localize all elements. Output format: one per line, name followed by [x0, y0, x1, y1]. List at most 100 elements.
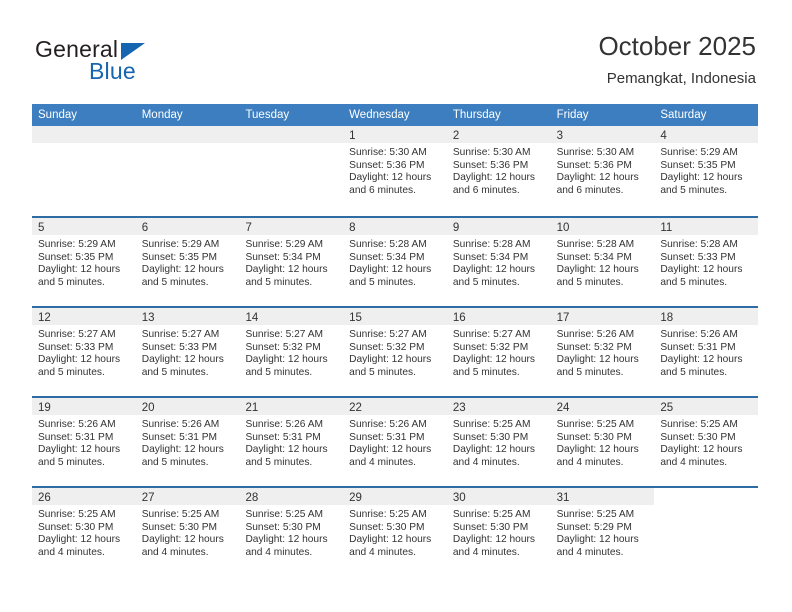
- daylight-text-line2: and 5 minutes.: [38, 456, 105, 468]
- sunrise-text: Sunrise: 5:25 AM: [349, 509, 427, 520]
- daylight-text-line2: and 4 minutes.: [38, 546, 105, 558]
- calendar-day-cell[interactable]: 22 Sunrise: 5:26 AM Sunset: 5:31 PM Dayligh…: [343, 398, 447, 486]
- day-details: Sunrise: 5:25 AM Sunset: 5:30 PM Daylight:…: [654, 415, 758, 469]
- calendar-day-cell[interactable]: 25 Sunrise: 5:25 AM Sunset: 5:30 PM Dayligh…: [654, 398, 759, 486]
- day-number: 5: [38, 222, 45, 234]
- sunrise-text: Sunrise: 5:25 AM: [141, 509, 220, 520]
- calendar-day-cell[interactable]: 26 Sunrise: 5:25 AM Sunset: 5:30 PM Dayligh…: [32, 488, 136, 576]
- daylight-text-line1: Daylight: 12 hours: [38, 264, 121, 276]
- daylight-text-line1: Daylight: 12 hours: [245, 264, 328, 276]
- daylight-text-line2: and 4 minutes.: [660, 456, 728, 468]
- calendar-day-cell[interactable]: 18 Sunrise: 5:26 AM Sunset: 5:31 PM Dayligh…: [654, 308, 759, 396]
- sunrise-text: Sunrise: 5:28 AM: [556, 239, 635, 250]
- day-details: Sunrise: 5:29 AM Sunset: 5:35 PM Daylight:…: [654, 143, 758, 197]
- daylight-text-line2: and 4 minutes.: [556, 546, 624, 558]
- daylight-text-line2: and 5 minutes.: [452, 366, 520, 378]
- calendar-day-cell[interactable]: 14 Sunrise: 5:27 AM Sunset: 5:32 PM Dayligh…: [239, 308, 344, 396]
- sunset-text: Sunset: 5:32 PM: [556, 341, 632, 353]
- calendar-day-cell[interactable]: 19 Sunrise: 5:26 AM Sunset: 5:31 PM Dayligh…: [32, 398, 136, 486]
- day-number-band: 22: [343, 398, 447, 415]
- weekday-header-sunday: Sunday: [38, 109, 78, 121]
- sunset-text: Sunset: 5:33 PM: [141, 341, 218, 353]
- day-number-band: 26: [32, 488, 136, 505]
- daylight-text-line1: Daylight: 12 hours: [245, 534, 328, 546]
- day-number: 11: [660, 222, 673, 234]
- daylight-text-line1: Daylight: 12 hours: [141, 354, 224, 366]
- sunrise-text: Sunrise: 5:30 AM: [556, 147, 635, 158]
- daylight-text-line1: Daylight: 12 hours: [349, 172, 432, 184]
- day-number-band: [239, 126, 344, 143]
- sunset-text: Sunset: 5:34 PM: [245, 251, 321, 263]
- daylight-text-line1: Daylight: 12 hours: [141, 264, 224, 276]
- day-details: Sunrise: 5:27 AM Sunset: 5:33 PM Daylight:…: [136, 325, 240, 379]
- calendar-day-cell[interactable]: 24 Sunrise: 5:25 AM Sunset: 5:30 PM Dayligh…: [550, 398, 655, 486]
- sunrise-text: Sunrise: 5:25 AM: [556, 419, 635, 430]
- calendar-day-cell[interactable]: 3 Sunrise: 5:30 AM Sunset: 5:36 PM Daylight…: [550, 126, 655, 216]
- calendar-day-cell[interactable]: 8 Sunrise: 5:28 AM Sunset: 5:34 PM Daylight…: [343, 218, 447, 306]
- calendar-day-cell[interactable]: 4 Sunrise: 5:29 AM Sunset: 5:35 PM Daylight…: [654, 126, 759, 216]
- calendar-day-cell[interactable]: 16 Sunrise: 5:27 AM Sunset: 5:32 PM Dayligh…: [446, 308, 551, 396]
- calendar-day-cell[interactable]: 5 Sunrise: 5:29 AM Sunset: 5:35 PM Daylight…: [32, 218, 136, 306]
- daylight-text-line1: Daylight: 12 hours: [141, 444, 224, 456]
- daylight-text-line1: Daylight: 12 hours: [349, 534, 432, 546]
- calendar-day-cell[interactable]: 1 Sunrise: 5:30 AM Sunset: 5:36 PM Daylight…: [343, 126, 447, 216]
- calendar-day-cell[interactable]: 11 Sunrise: 5:28 AM Sunset: 5:33 PM Dayligh…: [654, 218, 759, 306]
- calendar-day-cell[interactable]: 23 Sunrise: 5:25 AM Sunset: 5:30 PM Dayligh…: [446, 398, 551, 486]
- sunrise-text: Sunrise: 5:25 AM: [245, 509, 324, 520]
- calendar-day-cell[interactable]: 15 Sunrise: 5:27 AM Sunset: 5:32 PM Dayligh…: [343, 308, 447, 396]
- day-number-band: 16: [446, 308, 551, 325]
- day-number: 31: [556, 492, 570, 504]
- calendar-day-cell[interactable]: 10 Sunrise: 5:28 AM Sunset: 5:34 PM Dayligh…: [550, 218, 655, 306]
- day-details: Sunrise: 5:25 AM Sunset: 5:30 PM Daylight:…: [447, 415, 551, 469]
- calendar-week-row: 26 Sunrise: 5:25 AM Sunset: 5:30 PM Dayligh…: [32, 486, 759, 576]
- day-details: Sunrise: 5:28 AM Sunset: 5:33 PM Daylight:…: [654, 235, 758, 289]
- day-details: Sunrise: 5:30 AM Sunset: 5:36 PM Daylight:…: [551, 143, 655, 197]
- daylight-text-line2: and 5 minutes.: [660, 366, 728, 378]
- daylight-text-line2: and 5 minutes.: [141, 276, 209, 288]
- calendar-day-cell[interactable]: 2 Sunrise: 5:30 AM Sunset: 5:36 PM Daylight…: [446, 126, 551, 216]
- calendar-day-cell[interactable]: 30 Sunrise: 5:25 AM Sunset: 5:30 PM Dayligh…: [446, 488, 551, 576]
- daylight-text-line2: and 4 minutes.: [349, 546, 416, 558]
- calendar-day-cell[interactable]: 9 Sunrise: 5:28 AM Sunset: 5:34 PM Daylight…: [446, 218, 551, 306]
- daylight-text-line1: Daylight: 12 hours: [660, 264, 743, 276]
- sunset-text: Sunset: 5:32 PM: [452, 341, 529, 353]
- sunrise-text: Sunrise: 5:26 AM: [141, 419, 220, 430]
- calendar-day-cell[interactable]: 31 Sunrise: 5:25 AM Sunset: 5:29 PM Dayligh…: [550, 488, 655, 576]
- calendar-day-cell[interactable]: 13 Sunrise: 5:27 AM Sunset: 5:33 PM Dayligh…: [135, 308, 240, 396]
- sunset-text: Sunset: 5:35 PM: [660, 159, 736, 171]
- day-number: 22: [349, 402, 362, 414]
- calendar-day-cell[interactable]: 6 Sunrise: 5:29 AM Sunset: 5:35 PM Daylight…: [135, 218, 240, 306]
- calendar-day-cell[interactable]: 12 Sunrise: 5:27 AM Sunset: 5:33 PM Dayligh…: [32, 308, 136, 396]
- sunset-text: Sunset: 5:30 PM: [349, 521, 425, 533]
- day-number: 17: [556, 312, 570, 324]
- daylight-text-line1: Daylight: 12 hours: [38, 354, 121, 366]
- daylight-text-line2: and 5 minutes.: [38, 276, 105, 288]
- daylight-text-line1: Daylight: 12 hours: [660, 444, 743, 456]
- calendar-day-cell[interactable]: 27 Sunrise: 5:25 AM Sunset: 5:30 PM Dayligh…: [135, 488, 240, 576]
- day-details: Sunrise: 5:29 AM Sunset: 5:35 PM Daylight:…: [136, 235, 240, 289]
- daylight-text-line2: and 5 minutes.: [349, 366, 416, 378]
- sunset-text: Sunset: 5:32 PM: [245, 341, 321, 353]
- daylight-text-line2: and 5 minutes.: [245, 456, 313, 468]
- day-number-band: 23: [446, 398, 551, 415]
- sunset-text: Sunset: 5:34 PM: [349, 251, 425, 263]
- calendar-day-cell[interactable]: 17 Sunrise: 5:26 AM Sunset: 5:32 PM Dayligh…: [550, 308, 655, 396]
- calendar-day-cell[interactable]: 28 Sunrise: 5:25 AM Sunset: 5:30 PM Dayligh…: [239, 488, 344, 576]
- daylight-text-line2: and 5 minutes.: [556, 366, 624, 378]
- day-number: 27: [141, 492, 155, 504]
- sunset-text: Sunset: 5:33 PM: [38, 341, 114, 353]
- day-number: 3: [556, 130, 563, 142]
- weekday-header-monday: Monday: [141, 109, 183, 121]
- calendar-day-cell[interactable]: 21 Sunrise: 5:26 AM Sunset: 5:31 PM Dayligh…: [239, 398, 344, 486]
- calendar-day-cell[interactable]: 29 Sunrise: 5:25 AM Sunset: 5:30 PM Dayligh…: [343, 488, 447, 576]
- calendar-day-cell[interactable]: 7 Sunrise: 5:29 AM Sunset: 5:34 PM Daylight…: [239, 218, 344, 306]
- daylight-text-line2: and 5 minutes.: [349, 276, 416, 288]
- day-number: 8: [349, 222, 356, 234]
- day-number-band: 9: [446, 218, 551, 235]
- day-number: 12: [38, 312, 51, 324]
- sunrise-text: Sunrise: 5:27 AM: [141, 329, 220, 340]
- calendar-day-cell[interactable]: 20 Sunrise: 5:26 AM Sunset: 5:31 PM Dayligh…: [135, 398, 240, 486]
- day-number-band: 25: [654, 398, 759, 415]
- daylight-text-line1: Daylight: 12 hours: [452, 534, 535, 546]
- day-details: Sunrise: 5:29 AM Sunset: 5:35 PM Daylight:…: [32, 235, 136, 289]
